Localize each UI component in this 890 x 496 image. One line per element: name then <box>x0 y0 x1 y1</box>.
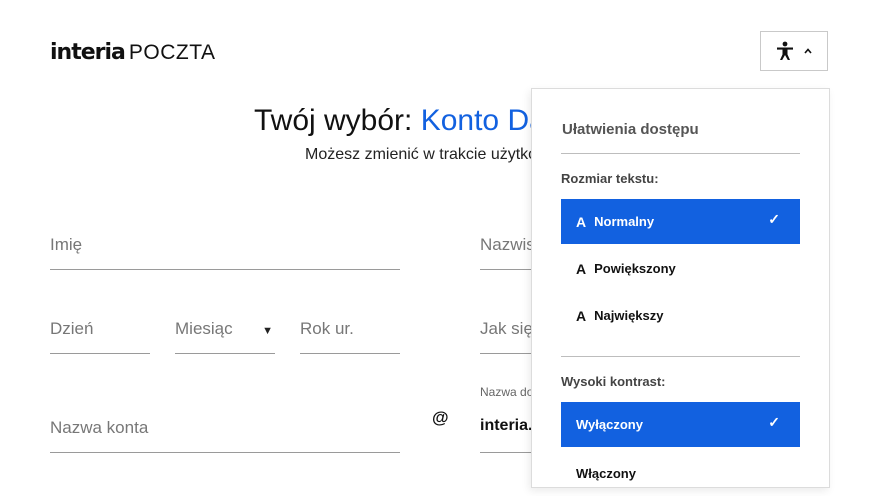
logo-product: POCZTA <box>128 41 216 64</box>
logo-brand: interia <box>50 40 126 65</box>
accessibility-panel: Ułatwienia dostępu Rozmiar tekstu: A Nor… <box>531 88 830 488</box>
page-title-prefix: Twój wybór: <box>254 104 421 137</box>
text-size-option-largest[interactable]: A Największy <box>561 293 800 338</box>
accessibility-icon <box>776 41 794 61</box>
check-icon: ✓ <box>768 414 780 430</box>
text-size-option-larger[interactable]: A Powiększony <box>561 246 800 291</box>
birth-day-placeholder: Dzień <box>50 319 94 338</box>
domain-select[interactable]: interia. <box>480 405 532 453</box>
page-title-plan: Konto Da <box>420 104 546 137</box>
text-size-option-label: Normalny <box>594 214 655 229</box>
chevron-up-icon <box>804 48 812 54</box>
account-name-field[interactable]: Nazwa konta <box>50 405 400 453</box>
text-size-glyph: A <box>576 307 587 324</box>
birth-month-select[interactable]: Miesiąc ▼ <box>175 306 275 354</box>
check-icon: ✓ <box>768 211 780 227</box>
domain-label: Nazwa do <box>480 385 534 399</box>
page-subtitle: Możesz zmienić w trakcie użytko <box>305 146 538 163</box>
account-name-placeholder: Nazwa konta <box>50 418 149 437</box>
last-name-placeholder: Nazwis <box>480 235 535 254</box>
birth-year-placeholder: Rok ur. <box>300 319 354 338</box>
first-name-placeholder: Imię <box>50 235 83 254</box>
text-size-option-normal[interactable]: A Normalny ✓ <box>561 199 800 244</box>
dropdown-arrow-icon: ▼ <box>262 325 273 337</box>
text-size-label: Rozmiar tekstu: <box>561 171 659 186</box>
contrast-option-off[interactable]: Wyłączony ✓ <box>561 402 800 447</box>
text-size-glyph: A <box>576 260 587 277</box>
accessibility-panel-title: Ułatwienia dostępu <box>562 121 699 138</box>
panel-divider <box>561 153 800 154</box>
contrast-label: Wysoki kontrast: <box>561 374 666 389</box>
accessibility-toggle-button[interactable] <box>760 31 828 71</box>
first-name-field[interactable]: Imię <box>50 222 400 270</box>
birth-day-field[interactable]: Dzień <box>50 306 150 354</box>
contrast-option-on[interactable]: Włączony <box>561 451 800 496</box>
gender-placeholder: Jak się <box>480 319 533 338</box>
birth-year-field[interactable]: Rok ur. <box>300 306 400 354</box>
domain-value: interia. <box>480 417 533 434</box>
text-size-glyph: A <box>576 213 587 230</box>
last-name-field[interactable]: Nazwis <box>480 222 535 270</box>
panel-divider <box>561 356 800 357</box>
interia-poczta-logo[interactable]: interia POCZTA <box>50 40 216 66</box>
contrast-option-label: Włączony <box>576 466 636 481</box>
text-size-option-label: Powiększony <box>594 261 676 276</box>
birth-month-placeholder: Miesiąc <box>175 319 233 338</box>
contrast-option-label: Wyłączony <box>576 417 643 432</box>
text-size-option-label: Największy <box>594 308 664 323</box>
gender-select[interactable]: Jak się <box>480 306 533 354</box>
at-sign: @ <box>432 408 449 427</box>
page-title: Twój wybór: Konto Da <box>254 104 546 138</box>
